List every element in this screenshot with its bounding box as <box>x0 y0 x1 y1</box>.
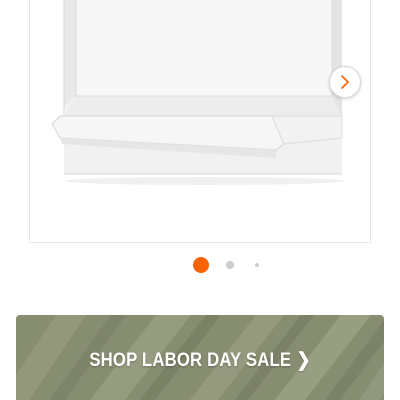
carousel-dot-active[interactable] <box>193 257 209 273</box>
carousel-next-button[interactable] <box>329 66 361 98</box>
product-image-card <box>29 0 371 243</box>
product-image[interactable] <box>30 0 371 243</box>
carousel-pagination <box>0 257 400 273</box>
promo-banner[interactable]: SHOP LABOR DAY SALE ❯ <box>16 315 384 400</box>
promo-label-wrapper: SHOP LABOR DAY SALE ❯ <box>38 349 362 372</box>
carousel-dot[interactable] <box>255 263 259 267</box>
product-page: SHOP LABOR DAY SALE ❯ <box>0 0 400 400</box>
chevron-right-icon: ❯ <box>296 350 311 371</box>
chevron-right-icon <box>341 75 349 89</box>
carousel-dot[interactable] <box>226 261 234 269</box>
promo-label: SHOP LABOR DAY SALE <box>89 350 292 371</box>
